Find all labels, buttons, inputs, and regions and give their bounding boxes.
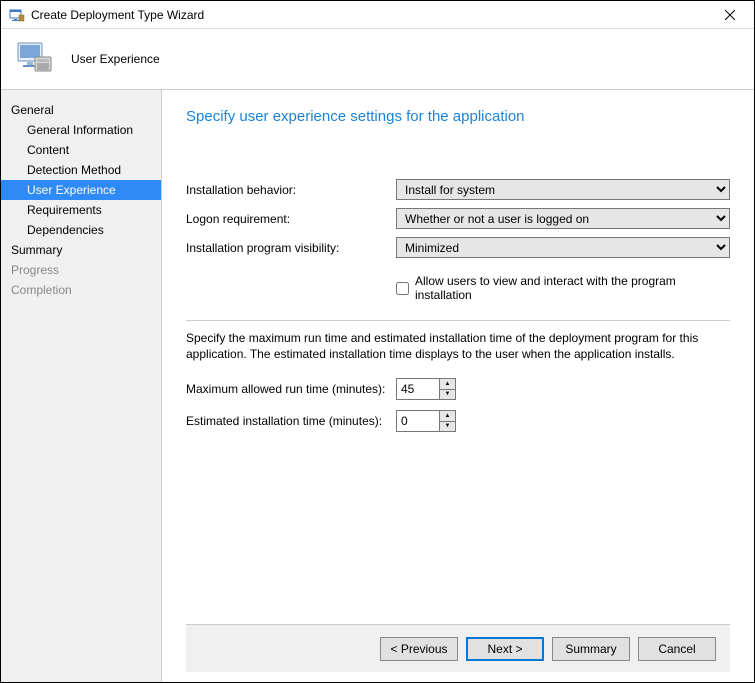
cancel-button[interactable]: Cancel <box>638 637 716 661</box>
label-install-behavior: Installation behavior: <box>186 183 396 197</box>
label-est-time: Estimated installation time (minutes): <box>186 414 396 428</box>
row-allow-interact: Allow users to view and interact with th… <box>186 274 730 302</box>
spinner-up-icon[interactable]: ▲ <box>440 411 455 422</box>
row-install-behavior: Installation behavior: Install for syste… <box>186 179 730 200</box>
window-title: Create Deployment Type Wizard <box>31 8 710 22</box>
nav-item-summary[interactable]: Summary <box>1 240 161 260</box>
row-max-run-time: Maximum allowed run time (minutes): ▲ ▼ <box>186 378 730 400</box>
nav-sidebar: General General Information Content Dete… <box>1 90 162 682</box>
close-button[interactable] <box>710 2 750 28</box>
nav-item-content[interactable]: Content <box>1 140 161 160</box>
page-title: User Experience <box>71 52 160 66</box>
label-logon-requirement: Logon requirement: <box>186 212 396 226</box>
spinner-est-time: ▲ ▼ <box>396 410 456 432</box>
wizard-header: User Experience <box>1 29 754 89</box>
nav-item-progress: Progress <box>1 260 161 280</box>
row-visibility: Installation program visibility: Minimiz… <box>186 237 730 258</box>
select-visibility[interactable]: Minimized <box>396 237 730 258</box>
row-logon-requirement: Logon requirement: Whether or not a user… <box>186 208 730 229</box>
select-install-behavior[interactable]: Install for system <box>396 179 730 200</box>
label-max-run-time: Maximum allowed run time (minutes): <box>186 382 396 396</box>
content-area: General General Information Content Dete… <box>1 89 754 682</box>
nav-item-general[interactable]: General <box>1 100 161 120</box>
nav-item-general-information[interactable]: General Information <box>1 120 161 140</box>
summary-button[interactable]: Summary <box>552 637 630 661</box>
label-allow-interact: Allow users to view and interact with th… <box>415 274 730 302</box>
nav-item-detection-method[interactable]: Detection Method <box>1 160 161 180</box>
close-icon <box>725 10 735 20</box>
input-est-time[interactable] <box>397 411 439 431</box>
runtime-description: Specify the maximum run time and estimat… <box>186 331 730 362</box>
spinner-max-run-time: ▲ ▼ <box>396 378 456 400</box>
nav-item-dependencies[interactable]: Dependencies <box>1 220 161 240</box>
spinner-down-icon[interactable]: ▼ <box>440 390 455 400</box>
label-visibility: Installation program visibility: <box>186 241 396 255</box>
main-heading: Specify user experience settings for the… <box>186 108 730 125</box>
nav-item-completion: Completion <box>1 280 161 300</box>
divider <box>186 320 730 321</box>
main-panel: Specify user experience settings for the… <box>162 90 754 682</box>
checkbox-allow-interact[interactable] <box>396 282 409 295</box>
spinner-down-icon[interactable]: ▼ <box>440 422 455 432</box>
select-logon-requirement[interactable]: Whether or not a user is logged on <box>396 208 730 229</box>
input-max-run-time[interactable] <box>397 379 439 399</box>
next-button[interactable]: Next > <box>466 637 544 661</box>
row-est-time: Estimated installation time (minutes): ▲… <box>186 410 730 432</box>
titlebar: Create Deployment Type Wizard <box>1 1 754 29</box>
previous-button[interactable]: < Previous <box>380 637 458 661</box>
nav-item-user-experience[interactable]: User Experience <box>1 180 161 200</box>
nav-item-requirements[interactable]: Requirements <box>1 200 161 220</box>
computer-icon <box>15 39 59 79</box>
wizard-footer: < Previous Next > Summary Cancel <box>186 624 730 672</box>
app-icon <box>9 7 25 23</box>
spinner-up-icon[interactable]: ▲ <box>440 379 455 390</box>
